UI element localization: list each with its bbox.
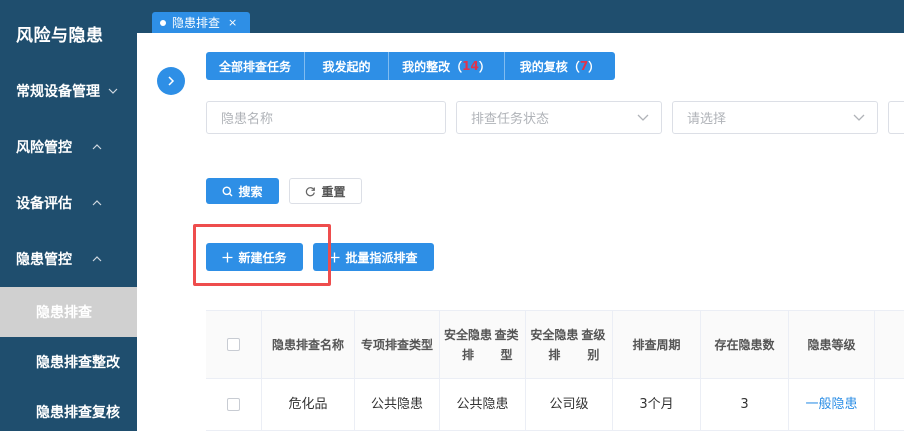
header-line: 查类型 [494, 327, 519, 362]
sidebar-item-hazard-rectify[interactable]: 隐患排查整改 [0, 337, 137, 387]
header-line: 安全隐患排 [444, 327, 493, 362]
table-header[interactable]: 安全隐患排 查类型 [440, 311, 526, 378]
count-badge: 7 [579, 59, 589, 73]
chevron-down-icon [637, 114, 649, 121]
table-cell: 公司级 [526, 379, 613, 430]
row-select-cell [206, 379, 262, 430]
table-cell: 公共隐患 [440, 379, 526, 430]
tab-my-rectify[interactable]: 我的整改（ 14） [389, 52, 505, 80]
category-select[interactable]: 请选择 [672, 101, 878, 134]
sidebar-item-label: 风险管控 [16, 140, 72, 156]
tab-hazard-check[interactable]: 隐患排查 × [152, 12, 250, 33]
tab-label-suffix: ） [478, 59, 491, 74]
sidebar-item-hazard-review[interactable]: 隐患排查复核 [0, 387, 137, 431]
sidebar-item-hazard-check[interactable]: 隐患排查 [0, 287, 137, 337]
hazard-level-link[interactable]: 一般隐患 [789, 379, 875, 430]
row-checkbox[interactable] [227, 398, 240, 411]
placeholder-text: 请选择 [687, 112, 727, 127]
task-status-select[interactable]: 排查任务状态 [456, 101, 662, 134]
table-cell-overflow [875, 379, 904, 430]
reset-button[interactable]: 重置 [289, 178, 362, 204]
main-content: 全部排查任务 我发起的 我的整改（ 14） 我的复核（ 7） 隐患名称 排查任务状态… [137, 33, 904, 431]
table-header[interactable]: 排查周期 [613, 311, 701, 378]
sidebar-item-hazard-control[interactable]: 隐患管控 [0, 231, 137, 287]
sidebar-item-equipment[interactable]: 常规设备管理 [0, 63, 137, 119]
header-line: 隐患等级 [807, 337, 856, 352]
tab-label: 我的整改（ [402, 59, 463, 74]
button-label: 重置 [321, 184, 346, 199]
search-icon [222, 186, 233, 197]
chevron-up-icon [90, 196, 104, 210]
filter-tabs: 全部排查任务 我发起的 我的整改（ 14） 我的复核（ 7） [206, 52, 615, 80]
button-label: 搜索 [238, 184, 263, 199]
placeholder-text: 排查任务状态 [471, 112, 550, 127]
count-badge: 14 [462, 59, 479, 73]
sidebar-item-label: 隐患管控 [16, 252, 72, 268]
sidebar-item-risk-control[interactable]: 风险管控 [0, 119, 137, 175]
placeholder-text: 隐患名称 [221, 112, 274, 127]
tab-label: 我发起的 [322, 59, 371, 74]
chevron-up-icon [90, 140, 104, 154]
tab-my-review[interactable]: 我的复核（ 7） [505, 52, 615, 80]
close-icon[interactable]: × [228, 16, 237, 29]
app-title: 风险与隐患 [16, 26, 104, 46]
sidebar-item-label: 设备评估 [16, 196, 72, 212]
sidebar-item-label: 隐患排查复核 [36, 405, 120, 421]
table-header[interactable]: 专项排查类型 [355, 311, 440, 378]
table-cell: 3 [701, 379, 789, 430]
batch-assign-button[interactable]: 批量指派排查 [313, 243, 434, 271]
header-line: 称 [332, 337, 345, 352]
sidebar-item-equipment-eval[interactable]: 设备评估 [0, 175, 137, 231]
expand-sidebar-button[interactable] [157, 67, 185, 95]
tab-my-initiated[interactable]: 我发起的 [305, 52, 389, 80]
table-header[interactable]: 安全隐患排 查级别 [526, 311, 613, 378]
chevron-down-icon [106, 84, 120, 98]
sidebar: 风险与隐患 常规设备管理 风险管控 设备评估 隐患管控 隐患排查 隐患排查整改 … [0, 0, 137, 431]
hazard-table: 隐患排查名称 专项排查类型 安全隐患排 查类型 安全隐患排 查级别 排查周期 存在隐… [206, 310, 904, 431]
top-bar: 隐患排查 × [137, 0, 904, 33]
select-all-cell [206, 311, 262, 378]
sidebar-item-label: 常规设备管理 [16, 84, 100, 100]
search-button[interactable]: 搜索 [206, 178, 279, 204]
refresh-icon [305, 186, 316, 197]
table-row[interactable]: 危化品 公共隐患 公共隐患 公司级 3个月 3 一般隐患 [206, 379, 904, 431]
chevron-up-icon [90, 252, 104, 266]
extra-filter-input[interactable] [888, 101, 904, 134]
tab-label: 隐患排查 [172, 16, 221, 30]
header-line: 型 [421, 337, 434, 352]
plus-icon [329, 252, 340, 263]
header-line: 安全隐患排 [530, 327, 579, 362]
table-header-row: 隐患排查名称 专项排查类型 安全隐患排 查类型 安全隐患排 查级别 排查周期 存在隐… [206, 311, 904, 379]
header-line: 隐患排查名 [271, 337, 332, 352]
table-header[interactable]: 存在隐患数 [701, 311, 789, 378]
select-all-checkbox[interactable] [227, 338, 240, 351]
tab-label: 我的复核（ [519, 59, 580, 74]
header-line: 专项排查类 [360, 337, 421, 352]
highlight-box [193, 224, 331, 286]
header-line: 排查周期 [632, 337, 681, 352]
tab-label-suffix: ） [588, 59, 601, 74]
sidebar-item-label: 隐患排查整改 [36, 355, 120, 371]
active-dot-icon [160, 19, 166, 26]
header-line: 查级别 [581, 327, 606, 362]
table-cell: 公共隐患 [355, 379, 440, 430]
header-line: 存在隐患数 [714, 337, 775, 352]
tab-label: 全部排查任务 [218, 59, 291, 74]
table-header[interactable]: 隐患排查名称 [262, 311, 355, 378]
hazard-name-input[interactable]: 隐患名称 [206, 101, 446, 134]
button-label: 批量指派排查 [345, 250, 418, 265]
chevron-down-icon [853, 114, 865, 121]
table-header[interactable]: 隐患等级 [789, 311, 875, 378]
sidebar-item-label: 隐患排查 [36, 305, 92, 321]
chevron-right-icon [168, 76, 175, 86]
tab-all-tasks[interactable]: 全部排查任务 [206, 52, 305, 80]
table-cell: 危化品 [262, 379, 355, 430]
table-header-overflow [875, 311, 904, 378]
table-cell: 3个月 [613, 379, 701, 430]
